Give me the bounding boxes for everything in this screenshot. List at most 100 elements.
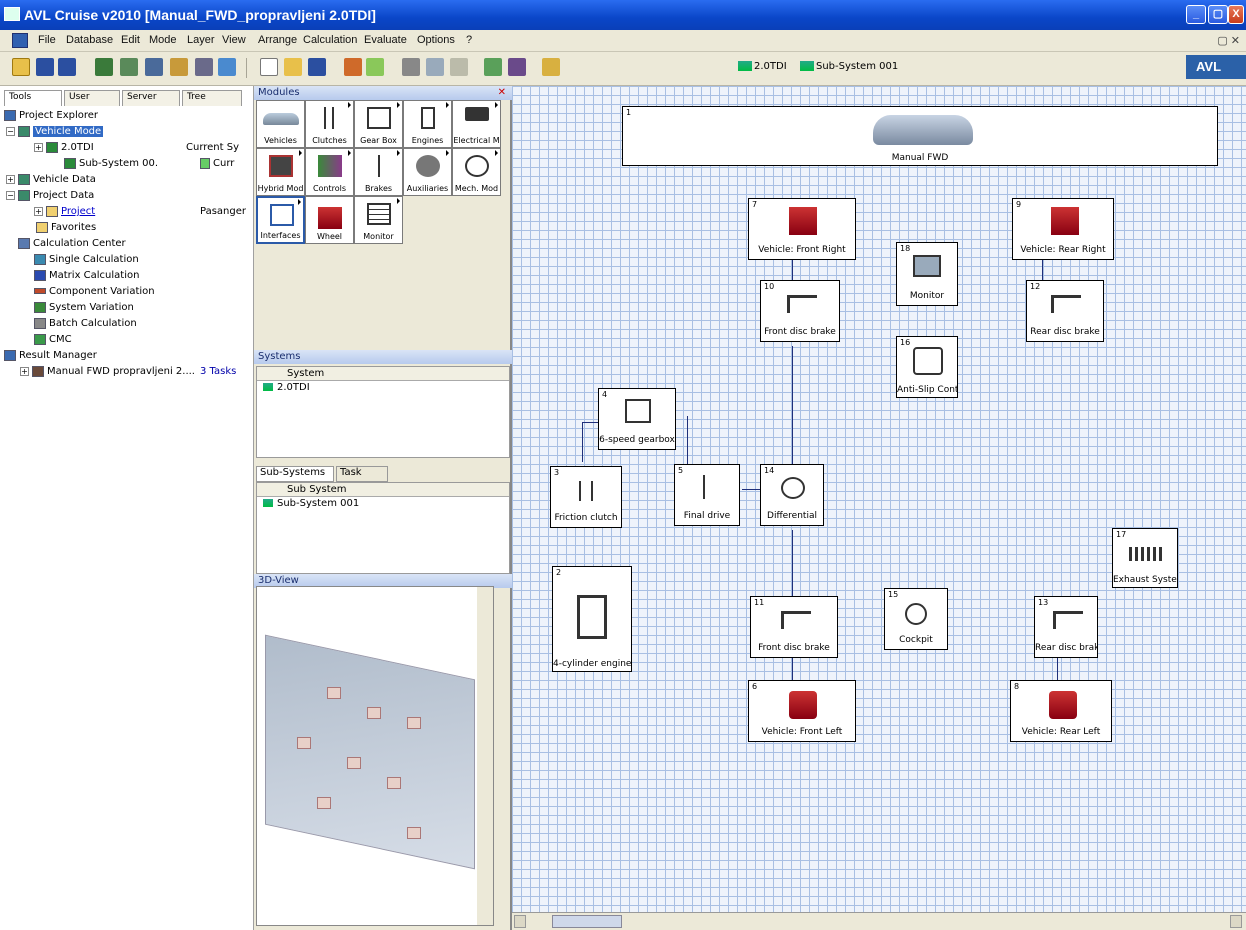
pencil-icon[interactable] <box>344 58 362 76</box>
breadcrumb-subsystem[interactable]: Sub-System 001 <box>800 61 898 72</box>
component-vehicle-rear-right[interactable]: 9 Vehicle: Rear Right <box>1012 198 1114 260</box>
component-vehicle-rear-left[interactable]: 8 Vehicle: Rear Left <box>1010 680 1112 742</box>
check-icon[interactable] <box>366 58 384 76</box>
tree-result-item[interactable]: + Manual FWD propravljeni 2.... <box>20 364 195 379</box>
component-friction-clutch[interactable]: 3 Friction clutch <box>550 466 622 528</box>
model-tool-6-icon[interactable] <box>218 58 236 76</box>
component-exhaust-system[interactable]: 17 Exhaust System <box>1112 528 1178 588</box>
component-cockpit[interactable]: 15 Cockpit <box>884 588 948 650</box>
scroll-left-icon[interactable] <box>514 915 526 928</box>
module-electrical[interactable]: Electrical M <box>452 100 501 148</box>
expand-icon[interactable]: + <box>34 142 43 152</box>
expand-icon[interactable]: + <box>6 174 15 184</box>
tab-tree[interactable]: Tree <box>182 90 242 106</box>
copy-icon[interactable] <box>426 58 444 76</box>
scroll-thumb[interactable] <box>552 915 622 928</box>
open-icon[interactable] <box>284 58 302 76</box>
module-gearbox[interactable]: Gear Box <box>354 100 403 148</box>
component-vehicle-front-right[interactable]: 7 Vehicle: Front Right <box>748 198 856 260</box>
collapse-icon[interactable]: − <box>6 126 15 136</box>
close-modules-icon[interactable]: ✕ <box>498 86 506 100</box>
tree-matrix-calc[interactable]: Matrix Calculation <box>34 268 139 283</box>
module-mech[interactable]: Mech. Mod <box>452 148 501 196</box>
module-controls[interactable]: Controls <box>305 148 354 196</box>
module-engines[interactable]: Engines <box>403 100 452 148</box>
menu-mode[interactable]: Mode <box>149 34 177 46</box>
tree-batch-calc[interactable]: Batch Calculation <box>34 316 137 331</box>
tree-vehicle-model[interactable]: − Vehicle Mode <box>6 124 104 139</box>
tree-project-data[interactable]: − Project Data <box>6 188 94 203</box>
tree-model-20tdi[interactable]: +2.0TDI <box>34 140 94 155</box>
new-file-icon[interactable] <box>260 58 278 76</box>
model-tool-4-icon[interactable] <box>170 58 188 76</box>
lock-icon[interactable] <box>542 58 560 76</box>
menu-view[interactable]: View <box>222 34 246 46</box>
tree-project[interactable]: + Project <box>34 204 95 219</box>
tab-server[interactable]: Server <box>122 90 180 106</box>
menu-edit[interactable]: Edit <box>121 34 140 46</box>
tree-system-variation[interactable]: System Variation <box>34 300 134 315</box>
cut-icon[interactable] <box>402 58 420 76</box>
expand-icon[interactable]: + <box>20 366 29 376</box>
module-brakes[interactable]: Brakes <box>354 148 403 196</box>
menu-evaluate[interactable]: Evaluate <box>364 34 407 46</box>
component-front-disc-brake-bottom[interactable]: 11 Front disc brake <box>750 596 838 658</box>
model-canvas[interactable]: 1 Manual FWD 7 Vehicle: Front Right 9 Ve… <box>512 86 1246 912</box>
component-rear-disc-brake-top[interactable]: 12 Rear disc brake <box>1026 280 1104 342</box>
save-file-icon[interactable] <box>308 58 326 76</box>
image-icon[interactable] <box>484 58 502 76</box>
component-differential[interactable]: 14 Differential <box>760 464 824 526</box>
menu-options[interactable]: Options <box>417 34 455 46</box>
save-as-icon[interactable] <box>58 58 76 76</box>
component-anti-slip-control[interactable]: 16 Anti-Slip Control <box>896 336 958 398</box>
tree-project-explorer[interactable]: Project Explorer <box>4 108 98 123</box>
menu-help[interactable]: ? <box>466 34 472 46</box>
menu-database[interactable]: Database <box>66 34 113 46</box>
subsystems-row[interactable]: Sub-System 001 <box>257 497 509 511</box>
tree-component-variation[interactable]: Component Variation <box>34 284 155 299</box>
view3d-scrollbar[interactable] <box>477 587 493 925</box>
tree-vehicle-data[interactable]: + Vehicle Data <box>6 172 96 187</box>
paste-icon[interactable] <box>450 58 468 76</box>
module-interfaces[interactable]: Interfaces <box>256 196 305 244</box>
save-icon[interactable] <box>36 58 54 76</box>
component-engine[interactable]: 2 4-cylinder engine <box>552 566 632 672</box>
component-gearbox[interactable]: 4 6-speed gearbox <box>598 388 676 450</box>
module-wheel[interactable]: Wheel <box>305 196 354 244</box>
canvas-horizontal-scrollbar[interactable] <box>512 912 1246 930</box>
close-button[interactable]: X <box>1228 5 1244 24</box>
module-monitor[interactable]: Monitor <box>354 196 403 244</box>
breadcrumb-model[interactable]: 2.0TDI <box>738 61 787 72</box>
systems-row[interactable]: 2.0TDI <box>257 381 509 395</box>
tree-cmc[interactable]: CMC <box>34 332 72 347</box>
module-clutches[interactable]: Clutches <box>305 100 354 148</box>
tool-icon[interactable] <box>508 58 526 76</box>
systems-column-header[interactable]: System <box>257 367 509 381</box>
view3d-canvas[interactable] <box>256 586 494 926</box>
module-vehicles[interactable]: Vehicles <box>256 100 305 148</box>
module-auxiliaries[interactable]: Auxiliaries <box>403 148 452 196</box>
menu-file[interactable]: File <box>38 34 56 46</box>
tab-user[interactable]: User <box>64 90 120 106</box>
tree-subsystem[interactable]: Sub-System 00. <box>64 156 158 171</box>
app-menu-icon[interactable] <box>12 33 28 48</box>
maximize-button[interactable]: ▢ <box>1208 5 1228 24</box>
component-vehicle-front-left[interactable]: 6 Vehicle: Front Left <box>748 680 856 742</box>
model-tool-3-icon[interactable] <box>145 58 163 76</box>
tab-tools[interactable]: Tools <box>4 90 62 106</box>
tree-single-calc[interactable]: Single Calculation <box>34 252 139 267</box>
tree-calc-center[interactable]: Calculation Center <box>18 236 126 251</box>
model-tool-5-icon[interactable] <box>195 58 213 76</box>
tab-sub-systems[interactable]: Sub-Systems <box>256 466 334 482</box>
mdi-controls[interactable]: ▢ ✕ <box>1217 34 1240 47</box>
scroll-right-icon[interactable] <box>1230 915 1242 928</box>
tree-favorites[interactable]: Favorites <box>36 220 96 235</box>
component-rear-disc-brake-bottom[interactable]: 13 Rear disc brake <box>1034 596 1098 658</box>
component-monitor[interactable]: 18 Monitor <box>896 242 958 306</box>
menu-layer[interactable]: Layer <box>187 34 215 46</box>
menu-calculation[interactable]: Calculation <box>303 34 357 46</box>
module-hybrid[interactable]: Hybrid Mod <box>256 148 305 196</box>
component-front-disc-brake-top[interactable]: 10 Front disc brake <box>760 280 840 342</box>
minimize-button[interactable]: _ <box>1186 5 1206 24</box>
model-tool-2-icon[interactable] <box>120 58 138 76</box>
